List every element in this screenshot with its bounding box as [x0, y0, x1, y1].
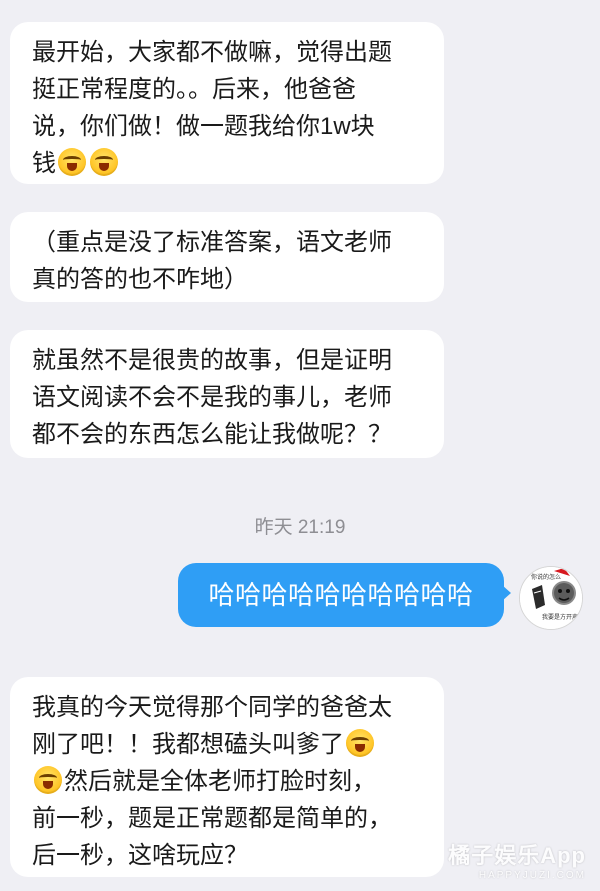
outgoing-message-bubble[interactable]: 哈哈哈哈哈哈哈哈哈哈 — [178, 563, 511, 627]
message-line: 挺正常程度的。。后来，他爸爸 — [32, 76, 356, 103]
message-line: 前一秒，题是正常题都是简单的， — [32, 805, 392, 832]
tears-of-joy-emoji-icon — [58, 148, 86, 176]
message-line: 真的答的也不咋地） — [32, 266, 248, 293]
message-line: 后一秒，这啥玩应？ — [32, 842, 248, 869]
incoming-message-bubble[interactable]: 最开始，大家都不做嘛，觉得出题 挺正常程度的。。后来，他爸爸 说，你们做！做一题… — [10, 22, 444, 184]
watermark: 橘子娱乐App HAPPYJUZI.COM — [448, 838, 586, 881]
watermark-url: HAPPYJUZI.COM — [478, 870, 586, 881]
meme-avatar-icon: 你说的怎么 我要是方开声 — [520, 567, 582, 629]
message-line: 我真的今天觉得那个同学的爸爸太 — [32, 694, 392, 721]
incoming-message-bubble[interactable]: 我真的今天觉得那个同学的爸爸太 刚了吧！！我都想磕头叫爹了 然后就是全体老师打脸… — [10, 677, 444, 877]
svg-text:你说的怎么: 你说的怎么 — [531, 573, 561, 581]
message-line-with-emoji: 刚了吧！！我都想磕头叫爹了 — [32, 726, 424, 763]
user-avatar[interactable]: 你说的怎么 我要是方开声 — [519, 566, 583, 630]
message-line: 就虽然不是很贵的故事，但是证明 — [32, 347, 392, 374]
message-timestamp: 昨天 21:19 — [254, 517, 346, 538]
tears-of-joy-emoji-icon — [34, 766, 62, 794]
message-line: 语文阅读不会不是我的事儿，老师 — [32, 384, 392, 411]
bubble-tail — [502, 585, 511, 601]
message-line: 说，你们做！做一题我给你1w块 — [32, 113, 375, 140]
tears-of-joy-emoji-icon — [346, 729, 374, 757]
message-line: 最开始，大家都不做嘛，觉得出题 — [32, 39, 392, 66]
tears-of-joy-emoji-icon — [90, 148, 118, 176]
svg-text:我要是方开声: 我要是方开声 — [542, 613, 578, 621]
message-line-with-emoji: 钱 — [32, 145, 424, 182]
message-line: （重点是没了标准答案，语文老师 — [32, 229, 392, 256]
message-line: 都不会的东西怎么能让我做呢？？ — [32, 421, 392, 448]
watermark-brand: 橘子娱乐App — [448, 843, 586, 868]
incoming-message-bubble[interactable]: （重点是没了标准答案，语文老师 真的答的也不咋地） — [10, 212, 444, 302]
outgoing-message-text: 哈哈哈哈哈哈哈哈哈哈 — [208, 580, 474, 610]
message-line-with-emoji: 然后就是全体老师打脸时刻， — [32, 763, 424, 800]
incoming-message-bubble[interactable]: 就虽然不是很贵的故事，但是证明 语文阅读不会不是我的事儿，老师 都不会的东西怎么… — [10, 330, 444, 458]
